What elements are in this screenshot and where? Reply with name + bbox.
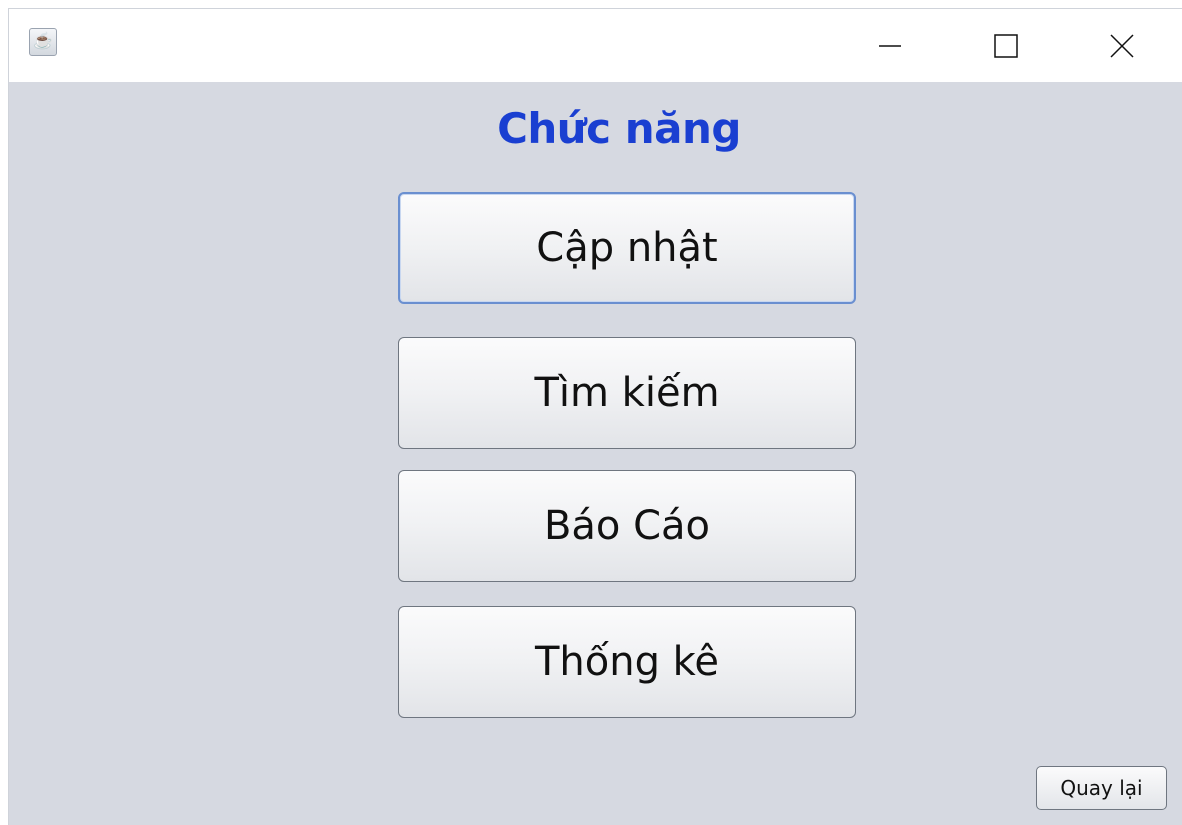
maximize-icon <box>994 33 1018 58</box>
application-window: ☕ Chức năng Cập nhật Tìm kiếm Báo Cáo Th… <box>8 8 1182 825</box>
page-title: Chức năng <box>497 104 741 153</box>
search-button[interactable]: Tìm kiếm <box>398 337 856 449</box>
statistics-button[interactable]: Thống kê <box>398 606 856 718</box>
update-button[interactable]: Cập nhật <box>398 192 856 304</box>
close-button[interactable] <box>1085 9 1159 82</box>
maximize-button[interactable] <box>969 9 1043 82</box>
title-bar: ☕ <box>9 9 1182 82</box>
report-button[interactable]: Báo Cáo <box>398 470 856 582</box>
close-icon <box>1110 33 1134 58</box>
minimize-button[interactable] <box>853 9 927 82</box>
back-button[interactable]: Quay lại <box>1036 766 1167 810</box>
minimize-icon <box>879 44 901 47</box>
java-cup-icon[interactable]: ☕ <box>29 28 57 56</box>
